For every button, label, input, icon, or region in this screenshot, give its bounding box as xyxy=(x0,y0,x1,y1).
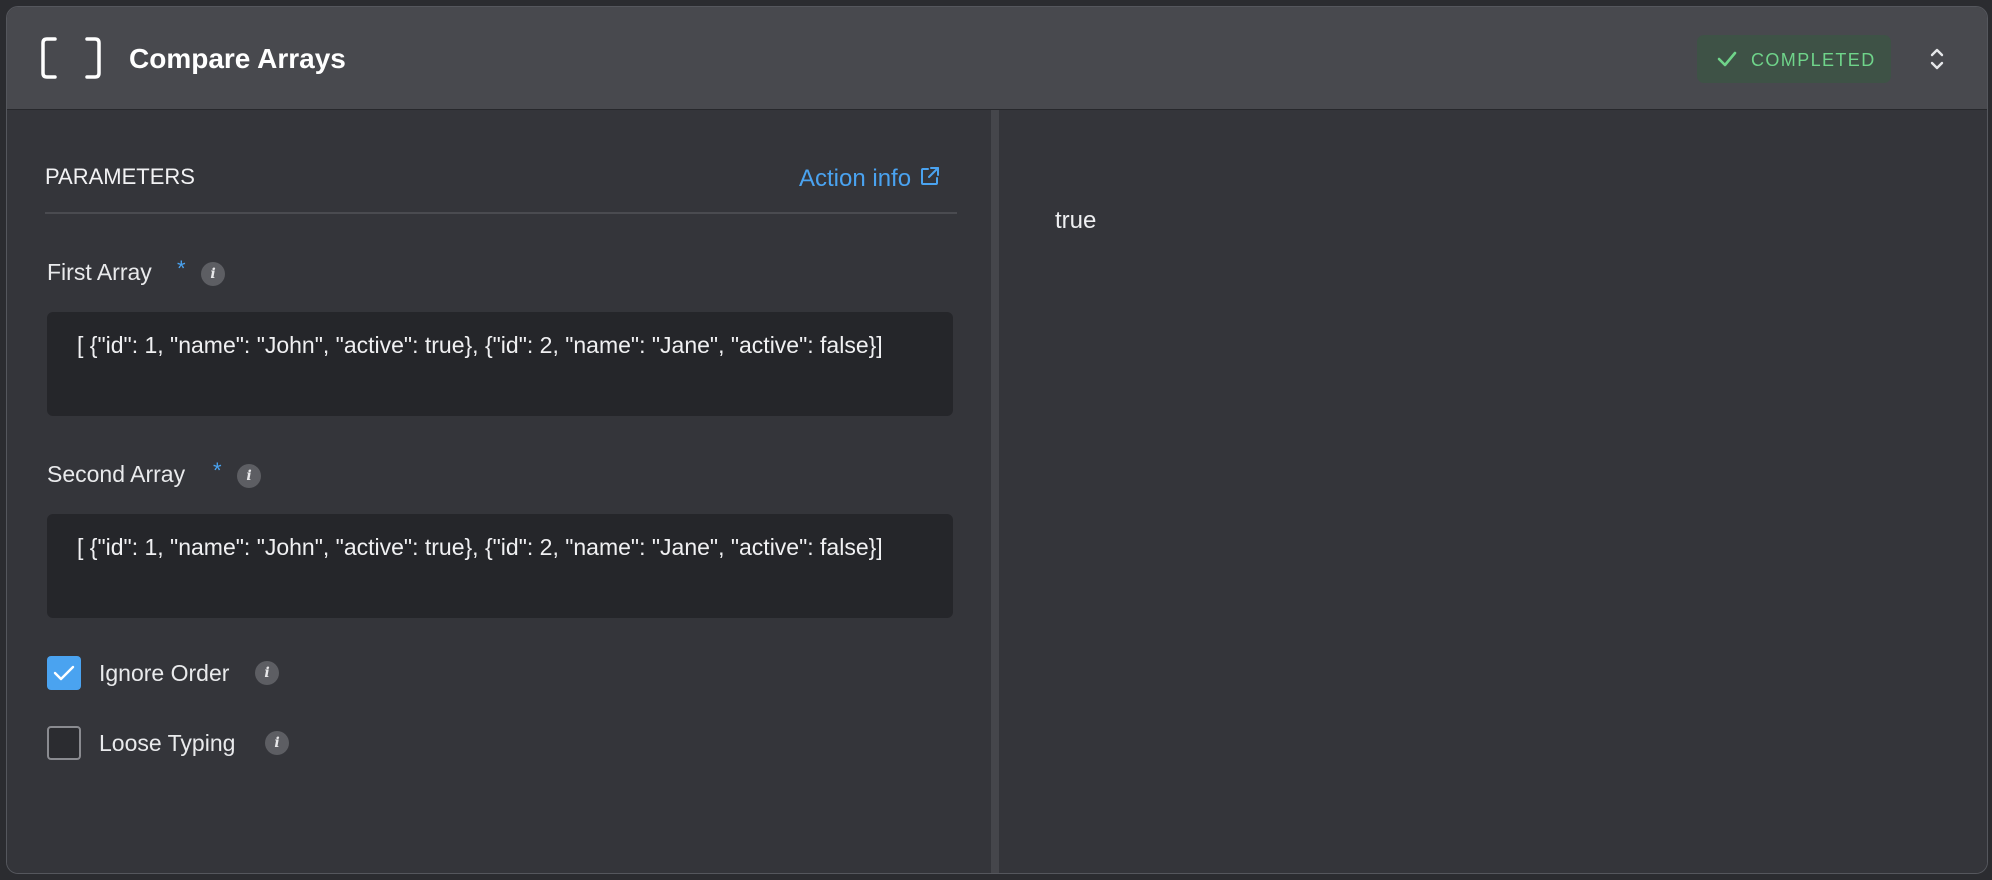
expand-collapse-button[interactable] xyxy=(1919,41,1955,77)
check-icon xyxy=(53,665,75,681)
action-info-link[interactable]: Action info xyxy=(799,164,941,194)
required-marker: * xyxy=(177,256,186,281)
external-link-icon xyxy=(921,167,940,185)
info-icon[interactable]: i xyxy=(237,464,261,488)
action-info-label: Action info xyxy=(799,165,912,192)
second-array-field[interactable]: [ {"id": 1, "name": "John", "active": tr… xyxy=(47,514,953,618)
parameters-heading: PARAMETERS xyxy=(45,164,195,189)
ignore-order-label: Ignore Order xyxy=(99,660,230,686)
parameters-panel: PARAMETERS Action info First Array * i [… xyxy=(7,110,991,873)
brackets-icon xyxy=(41,37,101,79)
heading-divider xyxy=(45,212,957,214)
action-card: Compare Arrays COMPLETED PARAMETERS Acti… xyxy=(6,6,1988,874)
loose-typing-checkbox[interactable] xyxy=(47,726,81,760)
page-title: Compare Arrays xyxy=(129,43,346,74)
status-badge: COMPLETED xyxy=(1697,35,1891,83)
second-array-label: Second Array xyxy=(47,461,186,487)
status-label: COMPLETED xyxy=(1751,50,1876,70)
required-marker: * xyxy=(213,458,222,483)
check-icon xyxy=(1717,51,1737,67)
info-icon[interactable]: i xyxy=(265,731,289,755)
result-panel: true xyxy=(999,110,1987,873)
panel-resize-handle[interactable] xyxy=(991,110,999,873)
first-array-label: First Array xyxy=(47,259,152,285)
chevron-up-down-icon xyxy=(1930,48,1944,70)
ignore-order-checkbox[interactable] xyxy=(47,656,81,690)
info-icon[interactable]: i xyxy=(255,661,279,685)
first-array-field[interactable]: [ {"id": 1, "name": "John", "active": tr… xyxy=(47,312,953,416)
info-icon[interactable]: i xyxy=(201,262,225,286)
loose-typing-label: Loose Typing xyxy=(99,730,236,756)
result-value: true xyxy=(1055,207,1097,234)
card-header: Compare Arrays COMPLETED xyxy=(7,7,1987,110)
